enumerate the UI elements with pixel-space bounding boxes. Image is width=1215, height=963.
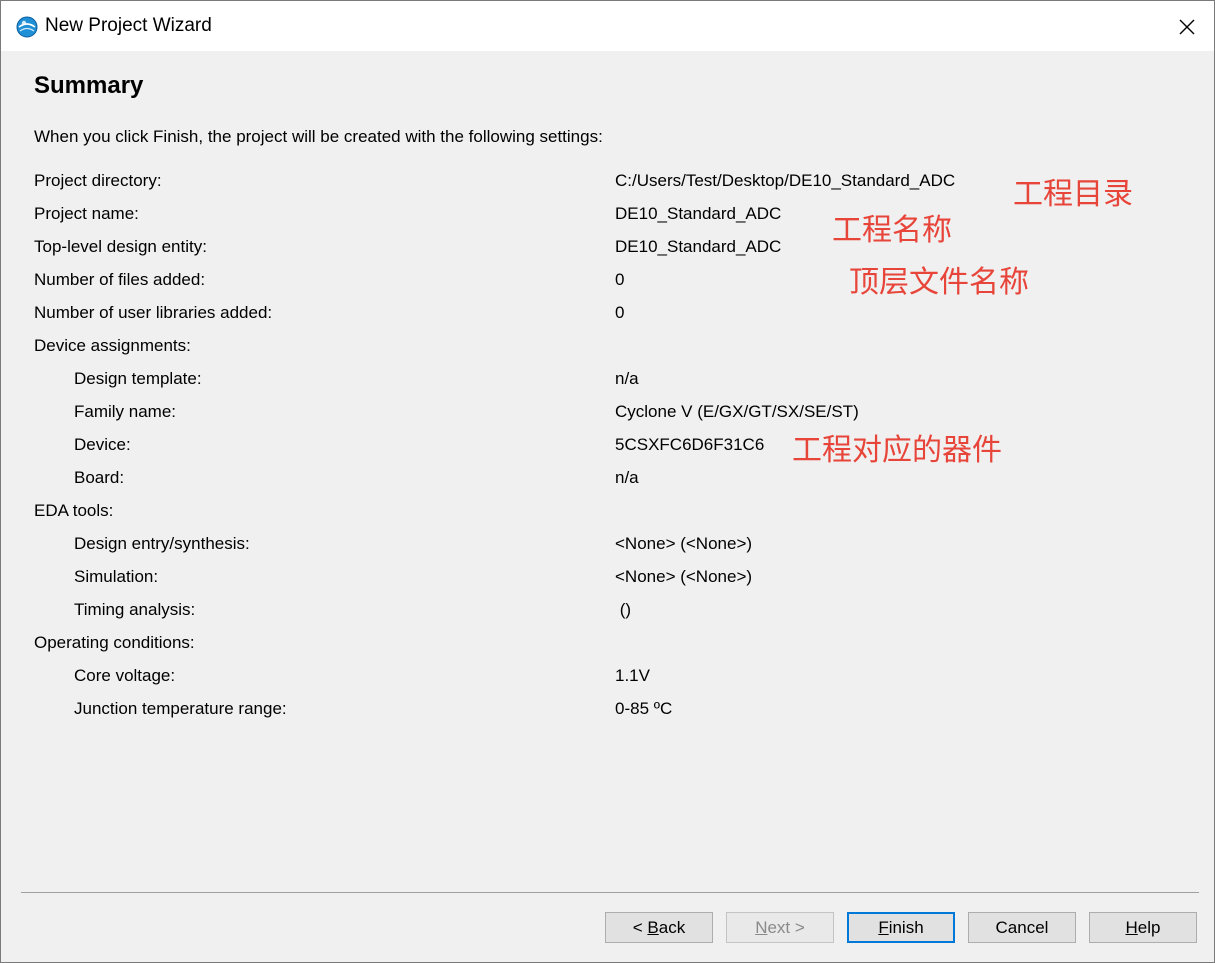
summary-label: Junction temperature range: — [74, 699, 287, 718]
summary-row: Device assignments: — [1, 336, 1001, 369]
summary-value: Cyclone V (E/GX/GT/SX/SE/ST) — [615, 402, 859, 421]
summary-value: DE10_Standard_ADC — [615, 237, 782, 256]
summary-row: Number of user libraries added: 0 — [1, 303, 1001, 336]
summary-row: Project directory: C:/Users/Test/Desktop/… — [1, 171, 1001, 204]
close-icon — [1179, 19, 1195, 35]
summary-row: Design entry/synthesis: <None> (<None>) — [1, 534, 1001, 567]
summary-row: Core voltage: 1.1V — [1, 666, 1001, 699]
intro-text: When you click Finish, the project will … — [34, 127, 603, 146]
summary-label: Number of user libraries added: — [34, 303, 273, 322]
summary-label: Timing analysis: — [74, 600, 196, 619]
summary-label: Project directory: — [34, 171, 162, 190]
page-heading: Summary — [34, 72, 144, 99]
annotation-project-directory: 工程目录 — [1013, 177, 1133, 212]
summary-value: 5CSXFC6D6F31C6 — [615, 435, 765, 454]
summary-row: Timing analysis: () — [1, 600, 1001, 633]
summary-value: DE10_Standard_ADC — [615, 204, 782, 223]
cancel-button[interactable]: Cancel — [968, 912, 1076, 943]
title-bar: New Project Wizard — [1, 1, 1214, 51]
summary-label: Operating conditions: — [34, 633, 195, 652]
summary-row: Simulation: <None> (<None>) — [1, 567, 1001, 600]
finish-button[interactable]: Finish — [847, 912, 955, 943]
summary-value: C:/Users/Test/Desktop/DE10_Standard_ADC — [615, 171, 956, 190]
summary-label: Top-level design entity: — [34, 237, 207, 256]
summary-value: <None> (<None>) — [615, 567, 753, 586]
summary-label: Board: — [74, 468, 125, 487]
summary-value: n/a — [615, 468, 639, 487]
summary-row: Operating conditions: — [1, 633, 1001, 666]
summary-label: Core voltage: — [74, 666, 176, 685]
summary-label: Design template: — [74, 369, 202, 388]
summary-value: 0 — [615, 303, 625, 322]
summary-label: Device assignments: — [34, 336, 191, 355]
summary-value: 1.1V — [615, 666, 650, 685]
help-button[interactable]: Help — [1089, 912, 1197, 943]
app-globe-icon — [16, 16, 38, 38]
summary-label: EDA tools: — [34, 501, 114, 520]
summary-label: Design entry/synthesis: — [74, 534, 250, 553]
summary-value: () — [615, 600, 632, 619]
summary-value: <None> (<None>) — [615, 534, 753, 553]
wizard-window: New Project Wizard Summary When you clic… — [0, 0, 1215, 963]
annotation-device: 工程对应的器件 — [792, 433, 1002, 468]
annotation-project-name: 工程名称 — [832, 213, 952, 248]
back-button[interactable]: < Back — [605, 912, 713, 943]
summary-label: Device: — [74, 435, 131, 454]
close-button[interactable] — [1169, 9, 1205, 45]
summary-row: Board: n/a — [1, 468, 1001, 501]
summary-label: Family name: — [74, 402, 177, 421]
summary-label: Simulation: — [74, 567, 159, 586]
next-button[interactable]: Next > — [726, 912, 834, 943]
summary-label: Project name: — [34, 204, 139, 223]
summary-label: Number of files added: — [34, 270, 206, 289]
summary-row: Junction temperature range: 0-85 ºC — [1, 699, 1001, 732]
summary-value: 0-85 ºC — [615, 699, 673, 718]
window-title: New Project Wizard — [45, 15, 212, 36]
annotation-top-level: 顶层文件名称 — [849, 265, 1029, 300]
summary-row: EDA tools: — [1, 501, 1001, 534]
summary-value: 0 — [615, 270, 625, 289]
button-divider — [21, 892, 1199, 893]
summary-value: n/a — [615, 369, 639, 388]
summary-row: Design template: n/a — [1, 369, 1001, 402]
